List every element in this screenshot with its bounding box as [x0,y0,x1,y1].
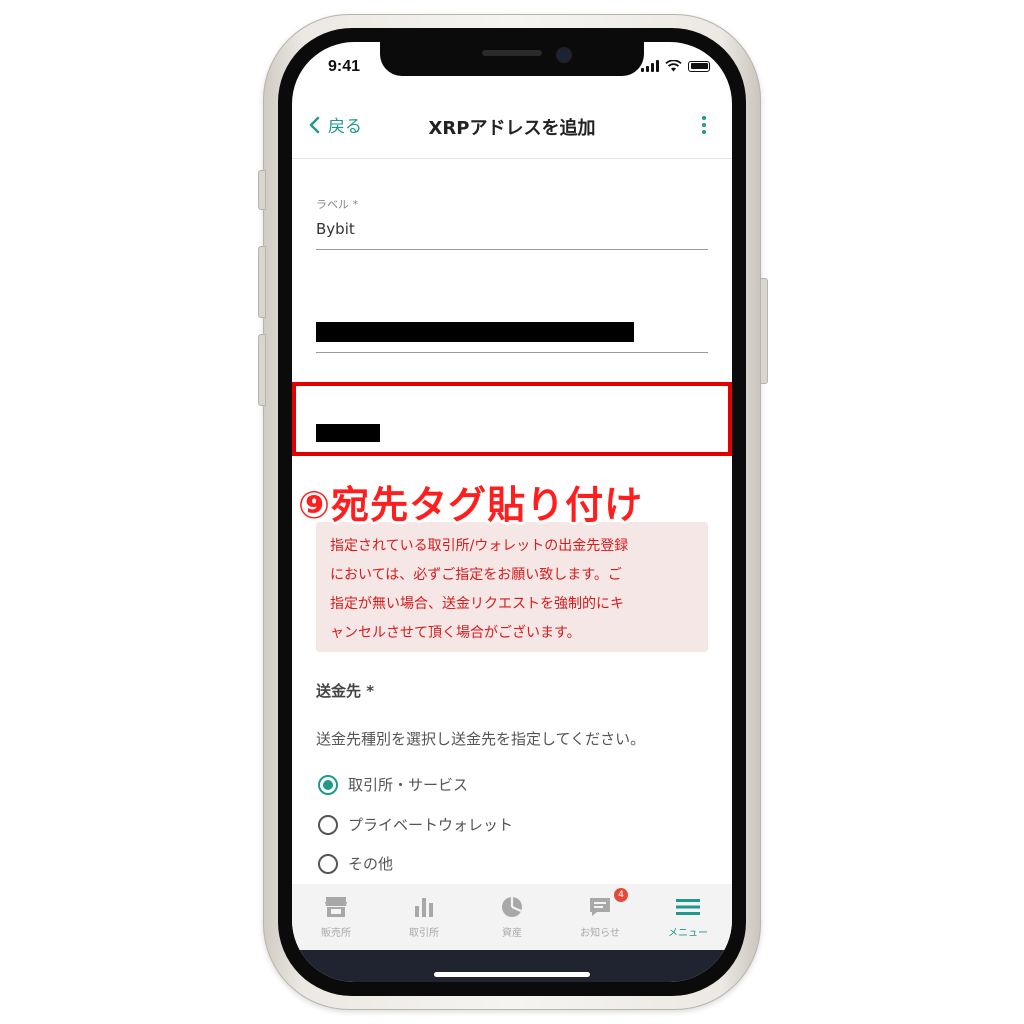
tab-label: お知らせ [580,928,620,939]
address-field-redacted[interactable] [316,322,634,342]
radio-other[interactable]: その他 [318,853,393,874]
destination-description: 送金先種別を選択し送金先を指定してください。 [316,730,646,748]
radio-exchange-service[interactable]: 取引所・サービス [318,774,468,795]
label-field-input[interactable]: Bybit [316,220,355,238]
wifi-icon [665,60,682,72]
address-field-underline [316,352,708,353]
signal-icon [641,60,659,72]
shop-icon [325,897,347,917]
notice-line: 指定が無い場合、送金リクエストを強制的にキ [330,596,624,612]
tab-menu[interactable]: メニュー [644,884,732,950]
radio-label: その他 [348,855,394,873]
tab-assets[interactable]: 資産 [468,884,556,950]
page-title: XRPアドレスを追加 [428,118,596,139]
radio-selected-icon [318,774,338,795]
app-screen: 9:41 戻る XRPアドレスを追加 ラベル * Bybit 指定されている取引 [292,42,732,982]
bar-chart-icon [415,898,433,917]
radio-label: 取引所・サービス [348,776,469,794]
camera [556,47,572,63]
volume-down-button [258,334,266,406]
step-callout: ⑨宛先タグ貼り付け [298,483,644,527]
destination-tag-field-redacted[interactable] [316,424,380,442]
radio-private-wallet[interactable]: プライベートウォレット [318,814,513,835]
tab-label: 取引所 [409,928,439,939]
notice-line: 指定されている取引所/ウォレットの出金先登録 [330,538,629,554]
tab-label: メニュー [668,928,708,939]
battery-icon [688,60,710,72]
home-indicator-area [292,950,732,982]
more-options-icon[interactable] [702,116,706,134]
label-field-underline [316,249,708,250]
tab-news[interactable]: 4 お知らせ [556,884,644,950]
tab-shop[interactable]: 販売所 [292,884,380,950]
speaker [482,50,542,56]
pie-chart-icon [502,897,522,917]
notification-badge: 4 [614,888,628,902]
volume-up-button [258,246,266,318]
radio-unselected-icon [318,853,338,874]
home-indicator[interactable] [434,972,590,977]
navigation-bar: 戻る XRPアドレスを追加 [292,94,732,159]
menu-icon [676,899,700,915]
warning-notice: 指定されている取引所/ウォレットの出金先登録 においては、必ずご指定をお願い致し… [316,522,708,652]
tab-label: 販売所 [321,928,351,939]
status-icons [641,60,710,72]
power-button [760,278,768,384]
notice-line: ャンセルさせて頂く場合がございます。 [330,625,581,641]
destination-tag-highlight [292,382,732,456]
tab-label: 資産 [502,928,522,939]
radio-unselected-icon [318,814,338,835]
destination-title: 送金先 * [316,682,375,700]
radio-label: プライベートウォレット [348,816,514,834]
message-icon [590,898,610,916]
status-time: 9:41 [328,58,361,75]
tab-exchange[interactable]: 取引所 [380,884,468,950]
tab-bar: 販売所 取引所 資産 4 お知らせ メニュー [292,884,732,950]
label-field-label: ラベル * [316,198,358,211]
notice-line: においては、必ずご指定をお願い致します。ご [330,567,622,583]
mute-switch [258,170,266,210]
notch [380,42,644,76]
